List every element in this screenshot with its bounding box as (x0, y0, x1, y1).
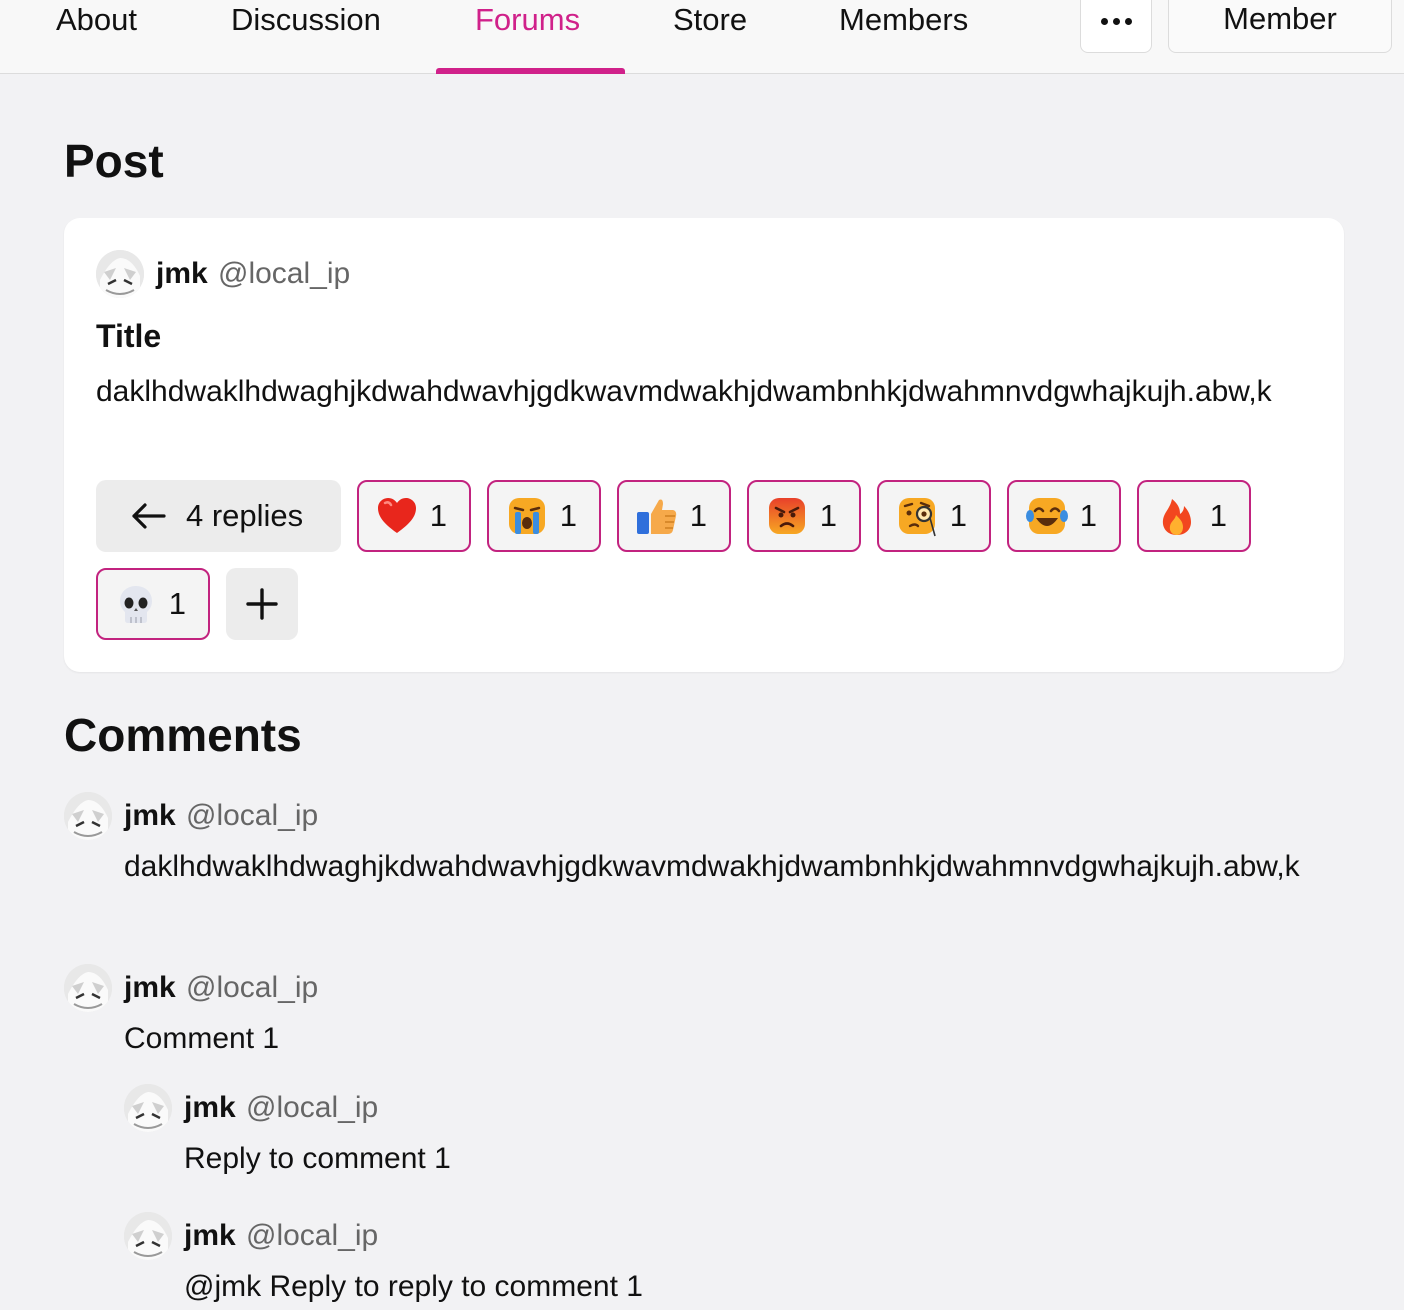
avatar[interactable] (64, 964, 112, 1012)
comment-author-handle: @local_ip (186, 971, 319, 1004)
reaction-count: 1 (949, 498, 967, 533)
replies-button[interactable]: 4 replies (96, 480, 341, 552)
reaction-thumbs-up[interactable]: 1 (617, 480, 731, 552)
reply-author-name[interactable]: jmk (184, 1091, 236, 1125)
reaction-tears-of-joy[interactable]: 1 (1007, 480, 1121, 552)
reaction-fire[interactable]: 1 (1137, 480, 1251, 552)
comment-author-name[interactable]: jmk (124, 971, 176, 1005)
post-heading: Post (64, 135, 164, 187)
more-dot-icon (1124, 18, 1132, 25)
reply-author-name[interactable]: jmk (184, 1219, 236, 1253)
comments-heading: Comments (64, 709, 302, 761)
replies-count-label: 4 replies (186, 498, 304, 533)
thumbs-up-icon (637, 499, 677, 534)
reaction-count: 1 (1209, 498, 1227, 533)
reaction-count: 1 (429, 498, 447, 533)
post-author-name[interactable]: jmk (156, 257, 208, 291)
tab-forums[interactable]: Forums (475, 0, 580, 40)
angry-face-icon (769, 498, 805, 534)
tab-store[interactable]: Store (673, 0, 747, 40)
member-button[interactable]: Member (1168, 0, 1392, 53)
reaction-heart[interactable]: 1 (357, 480, 471, 552)
more-dot-icon (1112, 18, 1120, 25)
avatar[interactable] (124, 1084, 172, 1132)
post-body: daklhdwaklhdwaghjkdwahdwavhjgdkwavmdwakh… (96, 375, 1272, 408)
more-options-button[interactable] (1080, 0, 1152, 53)
reply-author-handle: @local_ip (246, 1219, 379, 1252)
comment-text: Comment 1 (124, 1022, 280, 1055)
reaction-count: 1 (819, 498, 837, 533)
reply-text: Reply to comment 1 (184, 1142, 451, 1175)
comment-author-name[interactable]: jmk (124, 799, 176, 833)
comment-author-handle: @local_ip (186, 799, 319, 832)
fire-icon (1162, 499, 1191, 535)
post-title: Title (96, 318, 162, 354)
reply-author-handle: @local_ip (246, 1091, 379, 1124)
tab-discussion[interactable]: Discussion (231, 0, 381, 40)
reaction-crying[interactable]: 1 (487, 480, 601, 552)
reaction-count: 1 (559, 498, 577, 533)
avatar[interactable] (96, 250, 144, 298)
reaction-count: 1 (689, 498, 707, 533)
top-nav: About Discussion Forums Store Members Me… (0, 0, 1404, 74)
loudly-crying-face-icon (509, 498, 545, 534)
post-author-handle: @local_ip (218, 257, 351, 290)
skull-icon (120, 586, 152, 623)
comment-text: daklhdwaklhdwaghjkdwahdwavhjgdkwavmdwakh… (124, 850, 1300, 883)
tab-about[interactable]: About (56, 0, 137, 40)
add-reaction-button[interactable] (226, 568, 298, 640)
reaction-count: 1 (1079, 498, 1097, 533)
avatar[interactable] (64, 792, 112, 840)
avatar[interactable] (124, 1212, 172, 1260)
reaction-angry[interactable]: 1 (747, 480, 861, 552)
plus-icon (246, 588, 278, 620)
more-dot-icon (1100, 18, 1108, 25)
tab-members[interactable]: Members (839, 0, 968, 40)
reply-text: @jmk Reply to reply to comment 1 (184, 1270, 643, 1303)
post-card: jmk @local_ip Title daklhdwaklhdwaghjkdw… (64, 218, 1344, 672)
reaction-monocle[interactable]: 1 (877, 480, 991, 552)
active-tab-indicator (436, 68, 625, 74)
arrow-left-icon (132, 503, 166, 529)
face-with-monocle-icon (899, 498, 936, 537)
heart-icon (378, 498, 416, 533)
face-with-tears-of-joy-icon (1026, 498, 1068, 534)
reaction-skull[interactable]: 1 (96, 568, 210, 640)
reaction-count: 1 (168, 586, 186, 621)
